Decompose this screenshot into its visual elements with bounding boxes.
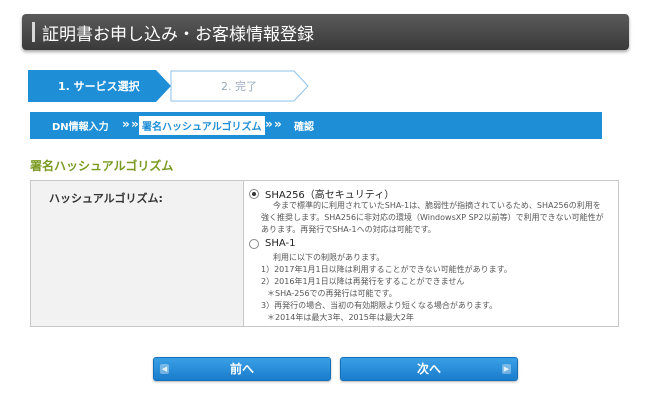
- subnav-item-confirm: 確認: [294, 122, 314, 133]
- sha256-radio[interactable]: [249, 188, 259, 199]
- sha1-desc-line: 2）2016年1月1日以降は再発行をすることができません: [261, 277, 465, 286]
- prev-button[interactable]: ◀ 前へ: [153, 357, 331, 381]
- sha256-description: 今まで標準的に利用されていたSHA-1は、脆弱性が指摘されているため、SHA25…: [261, 200, 604, 236]
- subnav-item-dn-info: DN情報入力: [52, 122, 109, 133]
- sha1-description: 利用に以下の制限があります。 1）2017年1月1日以降は利用することができない…: [261, 252, 512, 324]
- option-sha256[interactable]: SHA256（高セキュリティ）: [249, 186, 394, 201]
- form-value-cell: SHA256（高セキュリティ） 今まで標準的に利用されていたSHA-1は、脆弱性…: [245, 181, 618, 326]
- subnav-separator-icon: »: [265, 117, 273, 131]
- sha256-desc-line: あります。再発行でSHA-1への対応は可能です。: [261, 225, 436, 234]
- sha1-radio[interactable]: [249, 238, 259, 249]
- chevron-left-icon: ◀: [160, 364, 169, 374]
- step-indicator: 1. サービス選択 2. 完了: [28, 70, 328, 102]
- subnav-separator-icon: »: [274, 117, 282, 131]
- sha256-desc-line: 今まで標準的に利用されていたSHA-1は、脆弱性が指摘されているため、SHA25…: [273, 201, 601, 210]
- subnav-separator-icon: »: [122, 117, 130, 131]
- subnav-item-hash-algorithm: 署名ハッシュアルゴリズム: [139, 116, 265, 135]
- step-2-label: 2. 完了: [221, 80, 257, 93]
- sha1-desc-line: ＊SHA-256での再発行は可能です。: [267, 289, 397, 298]
- page-header: 証明書お申し込み・お客様情報登録: [22, 14, 629, 50]
- section-heading: 署名ハッシュアルゴリズム: [30, 159, 174, 173]
- sha256-desc-line: 強く推奨します。SHA256に非対応の環境（WindowsXP SP2以前等）で…: [261, 213, 604, 222]
- next-button-label: 次へ: [416, 362, 441, 376]
- sha1-desc-line: ＊2014年は最大3年、2015年は最大2年: [267, 313, 414, 322]
- sha1-desc-line: 1）2017年1月1日以降は利用することができない可能性があります。: [261, 265, 512, 274]
- hash-algorithm-label: ハッシュアルゴリズム:: [49, 192, 163, 205]
- option-sha1[interactable]: SHA-1: [249, 238, 295, 249]
- sub-step-nav: DN情報入力 » » 署名ハッシュアルゴリズム » » 確認: [30, 112, 602, 139]
- form-label-cell: ハッシュアルゴリズム:: [31, 181, 244, 326]
- subnav-separator-icon: »: [131, 117, 139, 131]
- page-title: 証明書お申し込み・お客様情報登録: [42, 25, 314, 45]
- chevron-right-icon: ▶: [502, 364, 511, 374]
- sha1-label[interactable]: SHA-1: [265, 238, 295, 249]
- step-1-label: 1. サービス選択: [58, 80, 140, 93]
- sha1-desc-line: 利用に以下の制限があります。: [273, 253, 385, 262]
- prev-button-label: 前へ: [229, 362, 254, 376]
- header-accent: [32, 22, 35, 42]
- next-button[interactable]: 次へ ▶: [340, 357, 518, 381]
- sha256-label[interactable]: SHA256（高セキュリティ）: [265, 186, 394, 201]
- sha1-desc-line: 3）再発行の場合、当初の有効期限より短くなる場合があります。: [261, 301, 498, 310]
- hash-algorithm-form: ハッシュアルゴリズム: SHA256（高セキュリティ） 今まで標準的に利用されて…: [30, 180, 619, 327]
